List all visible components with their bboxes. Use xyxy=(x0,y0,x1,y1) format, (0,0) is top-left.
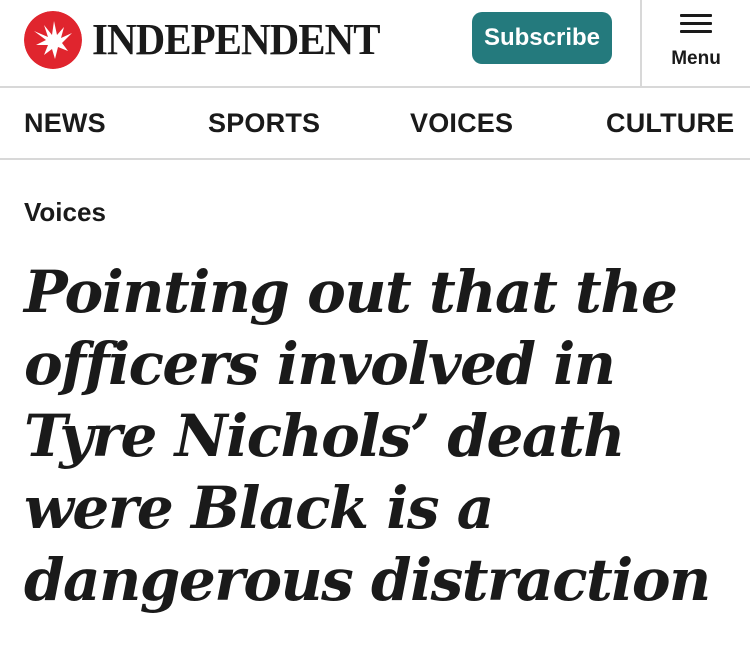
section-nav: NEWS SPORTS VOICES CULTURE xyxy=(0,88,750,160)
menu-label: Menu xyxy=(671,48,721,69)
nav-item-voices[interactable]: VOICES xyxy=(410,108,513,139)
subscribe-button[interactable]: Subscribe xyxy=(472,12,612,64)
eagle-logo-icon xyxy=(24,11,82,69)
hamburger-icon xyxy=(680,14,712,34)
menu-button[interactable]: Menu xyxy=(642,0,750,86)
brand-name: INDEPENDENT xyxy=(92,15,381,64)
site-header: INDEPENDENT Subscribe Menu xyxy=(0,0,750,88)
site-logo[interactable]: INDEPENDENT xyxy=(24,10,401,70)
article-headline: Pointing out that the officers involved … xyxy=(24,258,711,614)
nav-item-sports[interactable]: SPORTS xyxy=(208,108,320,139)
nav-item-culture[interactable]: CULTURE xyxy=(606,108,734,139)
nav-item-news[interactable]: NEWS xyxy=(24,108,106,139)
article-section-label[interactable]: Voices xyxy=(24,197,106,228)
